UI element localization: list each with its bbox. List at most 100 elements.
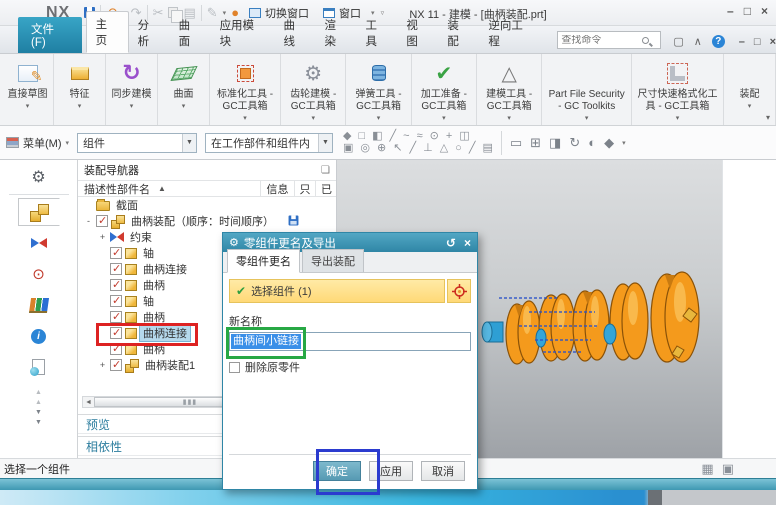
chevron-down-icon[interactable]: ▾ [78, 102, 82, 110]
visibility-checkbox[interactable] [110, 279, 122, 291]
ribbon-group-button[interactable]: 同步建模 ▾ [106, 54, 158, 125]
tree-row[interactable]: - 曲柄装配（顺序：时间顺序） [78, 213, 336, 229]
chevron-down-icon[interactable]: ▾ [442, 114, 446, 122]
view-tool-icon[interactable]: ⊞ [530, 135, 541, 151]
ribbon-group-button[interactable]: 加工准备 - GC工具箱 ▾ [412, 54, 477, 125]
snap-tool-icon[interactable]: ◎ [360, 143, 370, 154]
ribbon-tab[interactable]: 分析 [129, 13, 170, 53]
select-component-row[interactable]: ✔ 选择组件 (1) [229, 279, 445, 303]
search-icon[interactable] [642, 37, 649, 44]
visibility-checkbox[interactable] [110, 295, 122, 307]
chevron-down-icon[interactable]: ▼ [182, 134, 196, 152]
roles-gear-icon[interactable]: ⚙ [21, 163, 57, 191]
tree-row[interactable]: 截面 [78, 197, 336, 213]
chevron-down-icon[interactable]: ▼ [318, 134, 332, 152]
snap-tool-icon[interactable]: ◧ [372, 131, 382, 142]
view-tool-icon[interactable]: ◆ [604, 135, 614, 151]
maximize-button[interactable]: □ [744, 4, 751, 18]
view-tool-icon[interactable]: ↻ [569, 135, 580, 151]
web-browser-tab[interactable] [21, 353, 57, 381]
snap-tool-icon[interactable]: ▣ [343, 143, 353, 154]
fit-view-icon[interactable]: ▣ [722, 461, 734, 477]
crankshaft-model[interactable] [477, 250, 727, 410]
chevron-down-icon[interactable]: ▾ [311, 114, 315, 122]
ribbon-tab[interactable]: 曲线 [275, 13, 316, 53]
snap-tool-icon[interactable]: ~ [403, 131, 409, 142]
visibility-checkbox[interactable] [110, 311, 122, 323]
child-close-button[interactable]: × [770, 36, 776, 48]
assembly-navigator-tab[interactable] [18, 198, 60, 226]
chevron-down-icon[interactable]: ▾ [130, 102, 134, 110]
view-tool-icon[interactable]: ◨ [549, 135, 561, 151]
chevron-down-icon[interactable]: ▾ [748, 102, 752, 110]
ribbon-group-button[interactable]: 尺寸快速格式化工具 - GC工具箱 ▾ [632, 54, 724, 125]
column-header-info[interactable]: 信息 [260, 181, 294, 196]
clip-section-icon[interactable]: ▦ [701, 461, 713, 477]
dialog-reset-icon[interactable]: ↺ [446, 236, 456, 250]
snap-tool-icon[interactable]: ╱ [409, 143, 416, 154]
column-header-readonly[interactable]: 只 [294, 181, 315, 196]
selection-type-filter[interactable]: 组件 ▼ [77, 133, 197, 153]
ribbon-tab[interactable]: 渲染 [315, 13, 356, 53]
ribbon-tab[interactable]: 工具 [356, 13, 397, 53]
help-icon[interactable]: ? [712, 35, 725, 48]
snap-tool-icon[interactable]: ○ [455, 143, 462, 154]
snap-tool-icon[interactable]: ⊥ [423, 143, 433, 154]
file-tab[interactable]: 文件(F) [18, 17, 82, 53]
ribbon-overflow-icon[interactable]: ▾ [766, 113, 770, 122]
close-button[interactable]: × [761, 4, 768, 18]
checkbox[interactable] [229, 362, 240, 373]
ribbon-tab[interactable]: 应用模块 [211, 13, 275, 53]
chevron-down-icon[interactable]: ▾ [182, 102, 186, 110]
constraint-navigator-tab[interactable] [21, 229, 57, 257]
tab-export-assembly[interactable]: 导出装配 [302, 249, 364, 272]
command-search[interactable] [557, 31, 661, 49]
select-target-button[interactable] [447, 279, 471, 303]
snap-tool-icon[interactable]: □ [358, 131, 365, 142]
ribbon-group-button[interactable]: 齿轮建模 - GC工具箱 ▾ [281, 54, 346, 125]
ribbon-group-button[interactable]: 特征 ▾ [54, 54, 106, 125]
expand-toggle-icon[interactable]: + [98, 360, 107, 370]
snap-tool-icon[interactable]: △ [440, 143, 448, 154]
delete-original-checkbox-row[interactable]: 删除原零件 [229, 359, 471, 375]
toolbar-overflow-icon[interactable]: ▾ [622, 139, 626, 147]
snap-tool-icon[interactable]: ◫ [459, 131, 469, 142]
ribbon-group-button[interactable]: 弹簧工具 - GC工具箱 ▾ [346, 54, 411, 125]
ribbon-tab[interactable]: 逆向工程 [479, 13, 543, 53]
chevron-down-icon[interactable]: ▾ [507, 114, 511, 122]
ribbon-group-button[interactable]: 直接草图 ▾ [2, 54, 54, 125]
minimize-ribbon-icon[interactable]: ∧ [694, 35, 702, 48]
cancel-button[interactable]: 取消 [421, 461, 465, 481]
expand-toggle-icon[interactable]: - [84, 216, 93, 226]
ribbon-tab[interactable]: 主页 [86, 11, 129, 53]
ribbon-group-button[interactable]: 标准化工具 - GC工具箱 ▾ [210, 54, 281, 125]
ribbon-group-button[interactable]: Part File Security - GC Toolkits ▾ [542, 54, 632, 125]
visibility-checkbox[interactable] [110, 247, 122, 259]
hd3d-tools-tab[interactable]: i [21, 322, 57, 350]
menu-button[interactable]: 菜单(M) ▾ [6, 135, 69, 151]
chevron-down-icon[interactable]: ▾ [676, 114, 680, 122]
chevron-down-icon[interactable]: ▾ [585, 114, 589, 122]
scroll-down-icon[interactable]: ▼ [35, 409, 42, 416]
search-input[interactable] [558, 35, 642, 46]
sort-arrow-icon[interactable]: ▲ [158, 184, 166, 193]
chevron-down-icon[interactable]: ▾ [26, 102, 30, 110]
child-restore-button[interactable]: □ [754, 36, 761, 48]
ribbon-tab[interactable]: 曲面 [170, 13, 211, 53]
minimize-button[interactable]: – [727, 4, 734, 18]
ribbon-group-button[interactable]: 曲面 ▾ [158, 54, 210, 125]
expand-toggle-icon[interactable]: + [98, 232, 107, 242]
column-header-name[interactable]: 描述性部件名 [78, 181, 150, 197]
view-tool-icon[interactable]: ▭ [510, 135, 522, 151]
selection-scope-filter[interactable]: 在工作部件和组件内 ▼ [205, 133, 333, 153]
visibility-checkbox[interactable] [96, 215, 108, 227]
chevron-down-icon[interactable]: ▾ [377, 114, 381, 122]
dialog-close-icon[interactable]: × [464, 236, 471, 250]
column-header-modified[interactable]: 已 [315, 181, 337, 196]
snap-tool-icon[interactable]: ⊙ [430, 131, 439, 142]
snap-tool-icon[interactable]: ◆ [343, 131, 351, 142]
snap-tool-icon[interactable]: ▤ [482, 143, 492, 154]
fullscreen-icon[interactable]: ▢ [673, 35, 683, 48]
scroll-up-icon[interactable]: ▲ [35, 399, 42, 406]
snap-tool-icon[interactable]: ≈ [417, 131, 423, 142]
